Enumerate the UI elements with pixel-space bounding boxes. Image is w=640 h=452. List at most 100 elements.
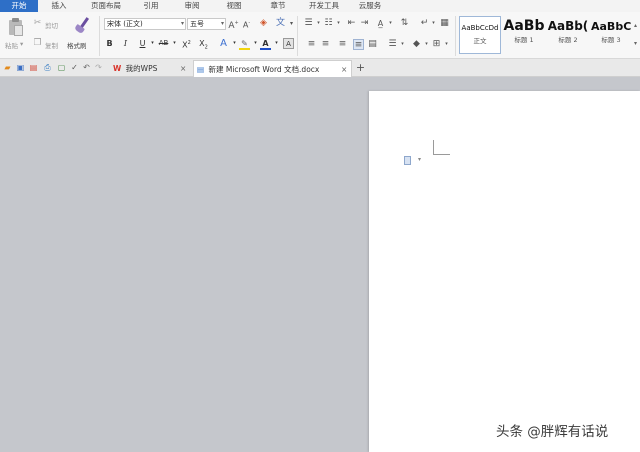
word-doc-icon: ▤ xyxy=(197,65,205,74)
style-heading-2[interactable]: AaBb( 标题 2 xyxy=(547,16,589,54)
chevron-down-icon[interactable]: ▾ xyxy=(286,18,297,29)
tab-page-layout[interactable]: 页面布局 xyxy=(80,0,132,12)
sort-icon[interactable]: ⇅ xyxy=(399,18,410,29)
chevron-down-icon[interactable]: ▾ xyxy=(397,39,408,50)
chevron-down-icon[interactable]: ▾ xyxy=(385,18,396,29)
style-normal[interactable]: AaBbCcDd 正文 xyxy=(459,16,501,54)
chevron-down-icon[interactable]: ▾ xyxy=(333,18,344,29)
increase-font-size-icon[interactable]: A+ xyxy=(228,18,239,31)
font-color-swatch xyxy=(260,48,271,50)
print-icon[interactable]: ⎙ xyxy=(42,62,53,73)
tab-view[interactable]: 视图 xyxy=(214,0,254,12)
document-workspace: ▾ xyxy=(0,77,640,452)
redo-icon[interactable]: ↷ xyxy=(93,62,104,73)
tab-developer[interactable]: 开发工具 xyxy=(302,0,346,12)
style-sample: AaBb( xyxy=(547,19,589,33)
clear-formatting-icon[interactable]: ◈ xyxy=(258,18,269,29)
divider xyxy=(455,16,456,56)
chevron-down-icon[interactable]: ▾ xyxy=(428,18,439,29)
menu-tab-bar: 开始 插入 页面布局 引用 审阅 视图 章节 开发工具 云服务 xyxy=(0,0,640,12)
tab-insert[interactable]: 插入 xyxy=(38,0,80,12)
tab-home[interactable]: 开始 xyxy=(0,0,38,12)
tab-current-document[interactable]: ▤ 新建 Microsoft Word 文档.docx × xyxy=(193,60,352,77)
open-folder-icon[interactable]: ▰ xyxy=(2,62,13,73)
align-center-icon[interactable]: ≡ xyxy=(320,39,331,50)
format-painter-icon[interactable] xyxy=(72,16,90,36)
highlight-color-swatch xyxy=(239,48,250,50)
divider xyxy=(297,16,298,56)
align-right-icon[interactable]: ≡ xyxy=(337,39,348,50)
character-shading-icon[interactable]: A xyxy=(283,38,294,49)
table-grid-icon[interactable]: ▦ xyxy=(439,18,450,29)
print-preview-icon[interactable]: ▢ xyxy=(56,62,67,73)
style-sample: AaBbCcDd xyxy=(461,24,499,32)
strikethrough-icon[interactable]: AB xyxy=(158,38,169,49)
style-sample: AaBbC xyxy=(591,20,631,33)
scissors-icon[interactable]: ✂ xyxy=(32,18,43,29)
decrease-indent-icon[interactable]: ⇤ xyxy=(346,18,357,29)
tab-cloud-service[interactable]: 云服务 xyxy=(346,0,394,12)
undo-icon[interactable]: ↶ xyxy=(81,62,92,73)
paragraph-layout-icon[interactable] xyxy=(404,156,413,166)
document-tab-bar: ▰ ▣ ▤ ⎙ ▢ ✓ ↶ ↷ W 我的WPS × ▤ 新建 Microsoft… xyxy=(0,59,640,77)
decrease-font-size-icon[interactable]: A- xyxy=(241,18,252,30)
watermark-text: 头条 @胖辉有话说 xyxy=(496,424,609,440)
phonetic-guide-icon[interactable]: 文 xyxy=(275,18,286,29)
paragraph-group: ☰ ▾ ☷ ▾ ⇤ ⇥ A̲ ▾ ⇅ ↵ ▾ ▦ ≡ ≡ ≡ ≡ ▤ ☰ ▾ ◆… xyxy=(300,12,455,59)
styles-expand-icon[interactable]: ▾ xyxy=(634,40,637,47)
clipboard-group: 粘贴 ▾ ✂ 剪切 ❐ 复制 格式刷 xyxy=(0,12,100,59)
tab-review[interactable]: 审阅 xyxy=(170,0,214,12)
chevron-down-icon[interactable]: ▾ xyxy=(441,39,452,50)
export-pdf-icon[interactable]: ▤ xyxy=(28,62,39,73)
font-size-select[interactable]: 五号 ▾ xyxy=(187,18,226,30)
style-sample: AaBb xyxy=(503,18,545,34)
font-name-select[interactable]: 宋体 (正文) ▾ xyxy=(104,18,186,30)
tab-section[interactable]: 章节 xyxy=(254,0,302,12)
styles-gallery: AaBbCcDd 正文 AaBb 标题 1 AaBb( 标题 2 AaBbC 标… xyxy=(459,16,637,56)
tab-my-wps[interactable]: W 我的WPS × xyxy=(110,60,192,77)
bold-icon[interactable]: B xyxy=(104,38,115,49)
close-icon[interactable]: × xyxy=(341,61,347,78)
align-left-icon[interactable]: ≡ xyxy=(306,39,317,50)
document-page[interactable]: ▾ xyxy=(369,91,640,452)
wps-logo-icon: W xyxy=(113,64,122,73)
distributed-align-icon[interactable]: ▤ xyxy=(367,39,378,50)
paste-icon[interactable] xyxy=(8,18,24,36)
style-heading-3[interactable]: AaBbC 标题 3 xyxy=(591,16,631,54)
style-name: 标题 2 xyxy=(558,36,578,44)
format-painter-button[interactable]: 格式刷 xyxy=(67,40,87,50)
copy-button[interactable]: 复制 xyxy=(45,40,58,50)
tab-label: 新建 Microsoft Word 文档.docx xyxy=(208,65,320,74)
style-name: 正文 xyxy=(473,37,487,45)
style-heading-1[interactable]: AaBb 标题 1 xyxy=(503,16,545,54)
copy-icon[interactable]: ❐ xyxy=(32,38,43,49)
paste-dropdown-icon[interactable]: ▾ xyxy=(20,40,23,48)
tab-references[interactable]: 引用 xyxy=(132,0,170,12)
style-name: 标题 3 xyxy=(601,36,621,44)
chevron-down-icon: ▾ xyxy=(180,20,184,27)
style-name: 标题 1 xyxy=(514,36,534,44)
ribbon-toolbar: 粘贴 ▾ ✂ 剪切 ❐ 复制 格式刷 宋体 (正文) ▾ 五号 ▾ A+ A- … xyxy=(0,12,640,59)
styles-scroll-icon[interactable]: ▴ xyxy=(634,22,637,29)
margin-corner-mark xyxy=(433,140,450,155)
chevron-down-icon[interactable]: ▾ xyxy=(271,38,282,49)
font-group: 宋体 (正文) ▾ 五号 ▾ A+ A- ◈ 文 ▾ B I U ▾ AB ▾ … xyxy=(100,12,300,59)
chevron-down-icon[interactable]: ▾ xyxy=(418,156,421,163)
chevron-down-icon[interactable]: ▾ xyxy=(147,38,158,49)
paste-button[interactable]: 粘贴 xyxy=(5,40,18,50)
subscript-icon[interactable]: X2 xyxy=(198,38,209,51)
font-size-value: 五号 xyxy=(190,20,204,28)
italic-icon[interactable]: I xyxy=(120,38,131,49)
superscript-icon[interactable]: X2 xyxy=(181,38,192,50)
cut-button[interactable]: 剪切 xyxy=(45,20,58,30)
tab-label: 我的WPS xyxy=(125,64,158,73)
close-icon[interactable]: × xyxy=(180,60,186,77)
increase-indent-icon[interactable]: ⇥ xyxy=(359,18,370,29)
new-tab-button[interactable]: + xyxy=(355,62,366,73)
save-icon[interactable]: ▣ xyxy=(15,62,26,73)
spell-check-icon[interactable]: ✓ xyxy=(69,62,80,73)
justify-icon[interactable]: ≡ xyxy=(353,39,364,50)
text-effects-icon[interactable]: A xyxy=(218,38,229,49)
chevron-down-icon[interactable]: ▾ xyxy=(169,38,180,49)
chevron-down-icon: ▾ xyxy=(220,20,224,27)
